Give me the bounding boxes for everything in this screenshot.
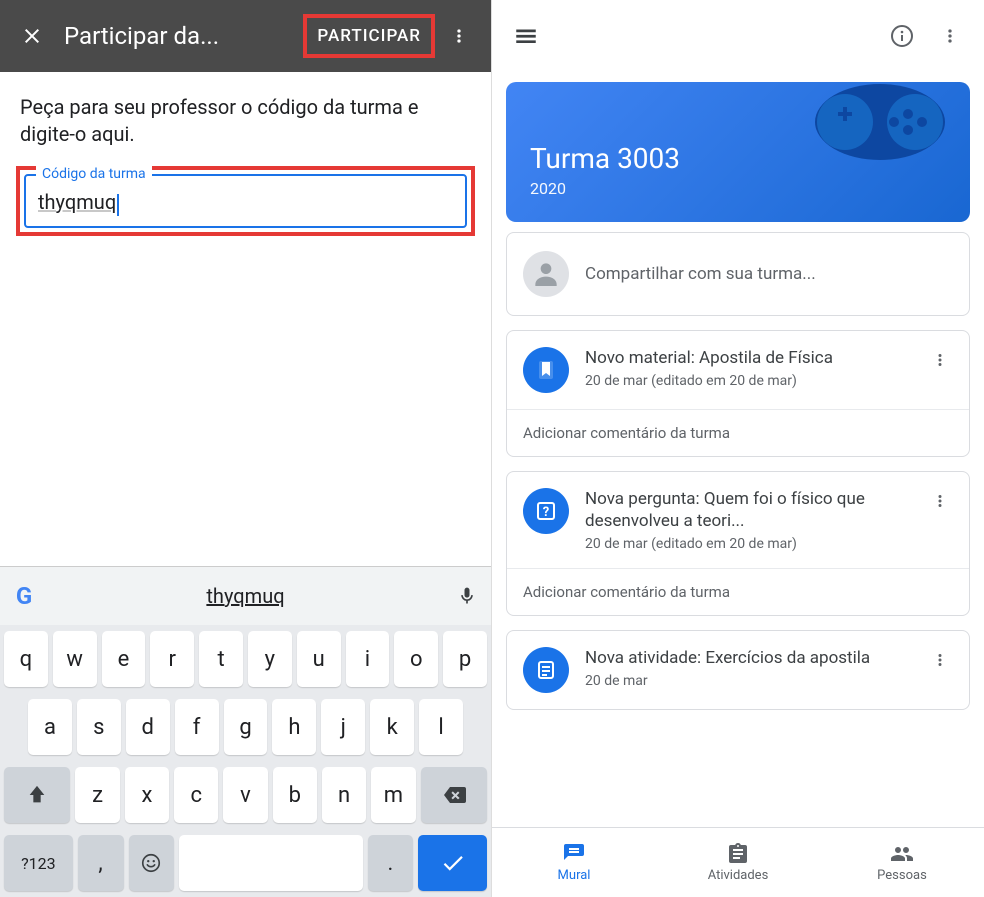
- backspace-key[interactable]: [421, 767, 487, 823]
- keyboard: G thyqmuq qwertyuiop asdfghjkl zxcvbnm ?…: [0, 566, 491, 897]
- post-title: Novo material: Apostila de Física: [585, 347, 911, 369]
- key-w[interactable]: w: [53, 631, 97, 687]
- google-icon[interactable]: G: [0, 582, 48, 610]
- suggestion-text[interactable]: thyqmuq: [48, 584, 443, 608]
- post-title: Nova atividade: Exercícios da apostila: [585, 647, 911, 669]
- class-code-highlight: Código da turma thyqmuq: [16, 166, 475, 236]
- nav-atividades[interactable]: Atividades: [656, 828, 820, 897]
- post-more-icon[interactable]: [927, 347, 953, 377]
- more-icon[interactable]: [435, 12, 483, 60]
- key-k[interactable]: k: [370, 699, 414, 755]
- nav-pessoas[interactable]: Pessoas: [820, 828, 984, 897]
- key-b[interactable]: b: [273, 767, 317, 823]
- field-value: thyqmuq: [38, 190, 116, 214]
- post-card[interactable]: ? Nova pergunta: Quem foi o físico que de…: [506, 471, 970, 616]
- key-g[interactable]: g: [224, 699, 268, 755]
- class-stream-screen: Turma 3003 2020 Compartilhar com sua tur…: [492, 0, 984, 897]
- svg-text:?: ?: [543, 505, 549, 520]
- key-o[interactable]: o: [394, 631, 438, 687]
- nav-label: Atividades: [708, 868, 769, 883]
- bottom-nav: Mural Atividades Pessoas: [492, 827, 984, 897]
- key-c[interactable]: c: [174, 767, 218, 823]
- key-x[interactable]: x: [125, 767, 169, 823]
- join-class-screen: Participar da... PARTICIPAR Peça para se…: [0, 0, 492, 897]
- key-i[interactable]: i: [346, 631, 390, 687]
- key-h[interactable]: h: [272, 699, 316, 755]
- post-card[interactable]: Novo material: Apostila de Física 20 de m…: [506, 330, 970, 457]
- emoji-key[interactable]: [129, 835, 175, 891]
- class-year: 2020: [530, 179, 946, 198]
- participar-button[interactable]: PARTICIPAR: [303, 14, 435, 58]
- gamepad-icon: [810, 82, 950, 172]
- key-p[interactable]: p: [443, 631, 487, 687]
- question-icon: ?: [523, 488, 569, 534]
- nav-label: Pessoas: [877, 868, 927, 883]
- stream: Compartilhar com sua turma... Novo mater…: [492, 232, 984, 710]
- key-y[interactable]: y: [248, 631, 292, 687]
- stream-scroll: Turma 3003 2020 Compartilhar com sua tur…: [492, 72, 984, 827]
- post-date: 20 de mar (editado em 20 de mar): [585, 373, 911, 389]
- key-f[interactable]: f: [175, 699, 219, 755]
- key-n[interactable]: n: [322, 767, 366, 823]
- shift-key[interactable]: [4, 767, 70, 823]
- class-code-input[interactable]: Código da turma thyqmuq: [24, 174, 467, 228]
- key-a[interactable]: a: [28, 699, 72, 755]
- text-caret: [117, 194, 119, 216]
- avatar: [523, 251, 569, 297]
- more-icon-right[interactable]: [926, 12, 974, 60]
- post-more-icon[interactable]: [927, 488, 953, 518]
- space-key[interactable]: [179, 835, 362, 891]
- key-l[interactable]: l: [419, 699, 463, 755]
- enter-key[interactable]: [418, 835, 487, 891]
- key-s[interactable]: s: [77, 699, 121, 755]
- key-u[interactable]: u: [297, 631, 341, 687]
- key-t[interactable]: t: [199, 631, 243, 687]
- mic-icon[interactable]: [443, 586, 491, 606]
- topbar: Participar da... PARTICIPAR: [0, 0, 491, 72]
- add-comment[interactable]: Adicionar comentário da turma: [507, 409, 969, 456]
- key-e[interactable]: e: [102, 631, 146, 687]
- key-z[interactable]: z: [75, 767, 119, 823]
- key-q[interactable]: q: [4, 631, 48, 687]
- period-key[interactable]: .: [368, 835, 414, 891]
- key-m[interactable]: m: [371, 767, 415, 823]
- post-date: 20 de mar: [585, 673, 911, 689]
- field-label: Código da turma: [36, 166, 152, 182]
- post-date: 20 de mar (editado em 20 de mar): [585, 536, 911, 552]
- comma-key[interactable]: ,: [78, 835, 124, 891]
- key-r[interactable]: r: [150, 631, 194, 687]
- key-j[interactable]: j: [321, 699, 365, 755]
- close-icon[interactable]: [8, 12, 56, 60]
- assignment-icon: [523, 647, 569, 693]
- menu-icon[interactable]: [502, 12, 550, 60]
- key-d[interactable]: d: [126, 699, 170, 755]
- share-placeholder: Compartilhar com sua turma...: [585, 264, 816, 284]
- share-post-input[interactable]: Compartilhar com sua turma...: [506, 232, 970, 316]
- post-card[interactable]: Nova atividade: Exercícios da apostila 20…: [506, 630, 970, 710]
- key-v[interactable]: v: [223, 767, 267, 823]
- info-icon[interactable]: [878, 12, 926, 60]
- page-title: Participar da...: [56, 22, 303, 50]
- instruction-text: Peça para seu professor o código da turm…: [0, 72, 491, 166]
- topbar-right: [492, 0, 984, 72]
- nav-label: Mural: [558, 868, 591, 883]
- nav-mural[interactable]: Mural: [492, 828, 656, 897]
- add-comment[interactable]: Adicionar comentário da turma: [507, 568, 969, 615]
- class-header-card[interactable]: Turma 3003 2020: [506, 82, 970, 222]
- suggestion-bar: G thyqmuq: [0, 567, 491, 625]
- bookmark-icon: [523, 347, 569, 393]
- numbers-key[interactable]: ?123: [4, 835, 73, 891]
- post-more-icon[interactable]: [927, 647, 953, 677]
- post-title: Nova pergunta: Quem foi o físico que des…: [585, 488, 911, 532]
